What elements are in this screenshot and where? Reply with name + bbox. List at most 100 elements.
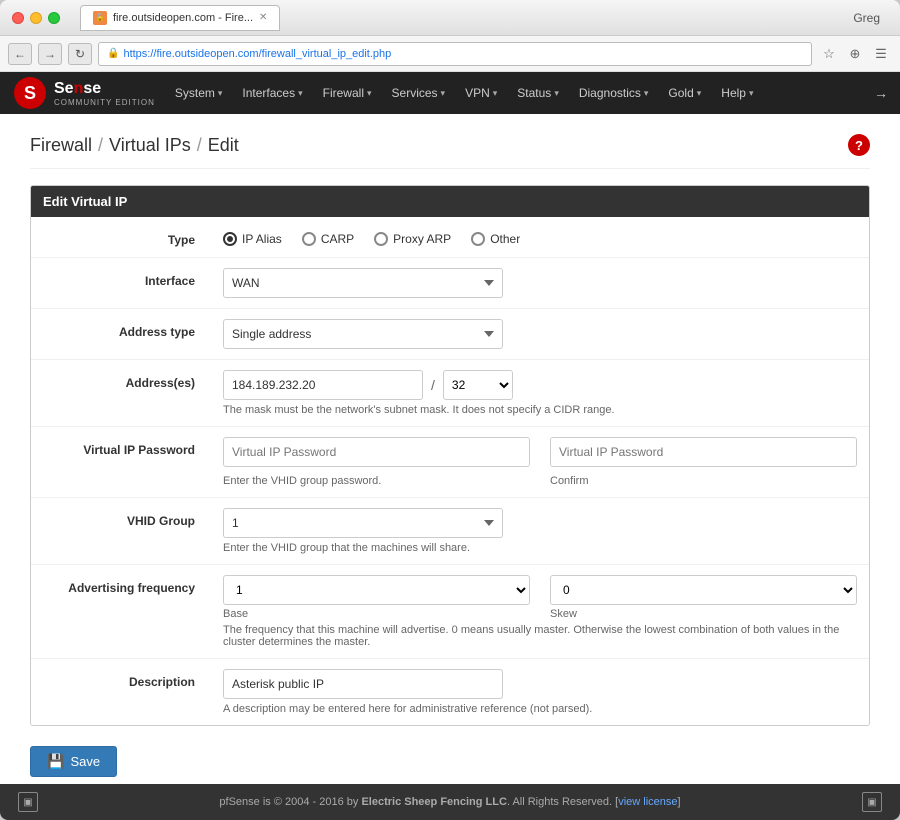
address-type-select[interactable]: Single address	[223, 319, 503, 349]
adv-skew-col: 0 Skew	[550, 575, 857, 620]
extensions-button[interactable]: ⊕	[844, 43, 866, 65]
breadcrumb-virtual-ips[interactable]: Virtual IPs	[109, 135, 191, 156]
menu-button[interactable]: ☰	[870, 43, 892, 65]
type-radio-group: IP Alias CARP Proxy ARP	[223, 227, 857, 246]
vip-password-field: Enter the VHID group password. Confirm	[211, 437, 869, 487]
description-label: Description	[31, 669, 211, 689]
address-type-label: Address type	[31, 319, 211, 339]
adv-skew-select[interactable]: 0	[550, 575, 857, 605]
refresh-button[interactable]: ↻	[68, 43, 92, 65]
cidr-separator: /	[431, 377, 435, 393]
tab-title: fire.outsideopen.com - Fire...	[113, 12, 253, 24]
nav-item-diagnostics[interactable]: Diagnostics ▾	[569, 72, 659, 114]
address-input[interactable]	[223, 370, 423, 400]
addresses-field: / 32 The mask must be the network's subn…	[211, 370, 869, 416]
nav-item-interfaces[interactable]: Interfaces ▾	[232, 72, 312, 114]
chevron-down-icon: ▾	[367, 88, 372, 99]
tab-close-icon[interactable]: ✕	[259, 12, 267, 23]
adv-base-col: 1 Base	[223, 575, 530, 620]
breadcrumb-sep-2: /	[197, 135, 202, 156]
type-field: IP Alias CARP Proxy ARP	[211, 227, 869, 246]
pfsense-nav: S Sense COMMUNITY EDITION System ▾ Inter…	[0, 72, 900, 114]
form-panel: Edit Virtual IP Type IP Alias	[30, 185, 870, 726]
main-content: Firewall / Virtual IPs / Edit ? Edit Vir…	[0, 114, 900, 784]
password-col-left	[223, 437, 530, 467]
type-row: Type IP Alias CARP	[31, 217, 869, 258]
logo-sub: COMMUNITY EDITION	[54, 98, 155, 107]
browser-tab[interactable]: 🔒 fire.outsideopen.com - Fire... ✕	[80, 5, 280, 31]
footer-close: ]	[678, 796, 681, 808]
interface-select[interactable]: WAN	[223, 268, 503, 298]
password-hint-left: Enter the VHID group password.	[223, 471, 530, 487]
address-row: / 32	[223, 370, 857, 400]
maximize-window-button[interactable]	[48, 12, 60, 24]
radio-circle-other	[471, 232, 485, 246]
logo-text: Sense	[54, 80, 101, 97]
addresses-row: Address(es) / 32 The mask must be the ne…	[31, 360, 869, 427]
interface-row: Interface WAN	[31, 258, 869, 309]
footer-text: is © 2004 - 2016 by	[263, 796, 359, 808]
nav-item-gold[interactable]: Gold ▾	[658, 72, 711, 114]
chevron-down-icon: ▾	[493, 88, 498, 99]
user-badge: Greg	[845, 9, 888, 27]
footer-brand: pfSense	[219, 796, 259, 808]
adv-freq-inputs: 1 Base 0 Skew	[223, 575, 857, 620]
chevron-down-icon: ▾	[554, 88, 559, 99]
cidr-select[interactable]: 32	[443, 370, 513, 400]
chevron-down-icon: ▾	[749, 88, 754, 99]
nav-item-firewall[interactable]: Firewall ▾	[313, 72, 382, 114]
footer-rights: . All Rights Reserved. [	[507, 796, 618, 808]
footer-license-link[interactable]: view license	[618, 796, 677, 808]
forward-button[interactable]: →	[38, 43, 62, 65]
radio-circle-carp	[302, 232, 316, 246]
vip-password-confirm-input[interactable]	[550, 437, 857, 467]
vip-password-input[interactable]	[223, 437, 530, 467]
adv-freq-hint: The frequency that this machine will adv…	[223, 624, 857, 648]
description-input[interactable]	[223, 669, 503, 699]
breadcrumb: Firewall / Virtual IPs / Edit ?	[30, 134, 870, 169]
adv-base-select[interactable]: 1	[223, 575, 530, 605]
radio-carp[interactable]: CARP	[302, 232, 354, 246]
footer-icon-right: ▣	[862, 792, 882, 812]
description-row: Description A description may be entered…	[31, 659, 869, 725]
bookmark-button[interactable]: ☆	[818, 43, 840, 65]
chevron-down-icon: ▾	[697, 88, 702, 99]
description-field: A description may be entered here for ad…	[211, 669, 869, 715]
vhid-select[interactable]: 1	[223, 508, 503, 538]
vip-password-label: Virtual IP Password	[31, 437, 211, 457]
radio-label-other: Other	[490, 232, 520, 246]
radio-ip-alias[interactable]: IP Alias	[223, 232, 282, 246]
password-col-right	[550, 437, 857, 467]
nav-actions: ☆ ⊕ ☰	[818, 43, 892, 65]
save-icon: 💾	[47, 753, 64, 770]
tab-bar: 🔒 fire.outsideopen.com - Fire... ✕	[80, 5, 837, 31]
form-panel-header: Edit Virtual IP	[31, 186, 869, 217]
tab-favicon: 🔒	[93, 11, 107, 25]
radio-other[interactable]: Other	[471, 232, 520, 246]
adv-freq-field: 1 Base 0 Skew The frequency t	[211, 575, 869, 648]
nav-forward-icon[interactable]: →	[874, 85, 888, 101]
nav-item-vpn[interactable]: VPN ▾	[455, 72, 507, 114]
minimize-window-button[interactable]	[30, 12, 42, 24]
chevron-down-icon: ▾	[644, 88, 649, 99]
breadcrumb-edit: Edit	[208, 135, 239, 156]
footer: ▣ pfSense is © 2004 - 2016 by Electric S…	[0, 784, 900, 820]
nav-menu: System ▾ Interfaces ▾ Firewall ▾ Service…	[165, 72, 874, 114]
nav-item-help[interactable]: Help ▾	[711, 72, 763, 114]
lock-icon: 🔒	[107, 48, 119, 59]
radio-proxy-arp[interactable]: Proxy ARP	[374, 232, 451, 246]
breadcrumb-firewall[interactable]: Firewall	[30, 135, 92, 156]
footer-wrapper: ▣ pfSense is © 2004 - 2016 by Electric S…	[8, 796, 892, 808]
help-button[interactable]: ?	[848, 134, 870, 156]
vhid-label: VHID Group	[31, 508, 211, 528]
nav-item-system[interactable]: System ▾	[165, 72, 233, 114]
save-button[interactable]: 💾 Save	[30, 746, 117, 777]
nav-item-status[interactable]: Status ▾	[507, 72, 569, 114]
close-window-button[interactable]	[12, 12, 24, 24]
nav-item-services[interactable]: Services ▾	[382, 72, 456, 114]
back-button[interactable]: ←	[8, 43, 32, 65]
addresses-label: Address(es)	[31, 370, 211, 390]
address-bar[interactable]: 🔒 https://fire.outsideopen.com/firewall_…	[98, 42, 812, 66]
password-hint-right: Confirm	[550, 471, 857, 487]
address-hint: The mask must be the network's subnet ma…	[223, 404, 857, 416]
